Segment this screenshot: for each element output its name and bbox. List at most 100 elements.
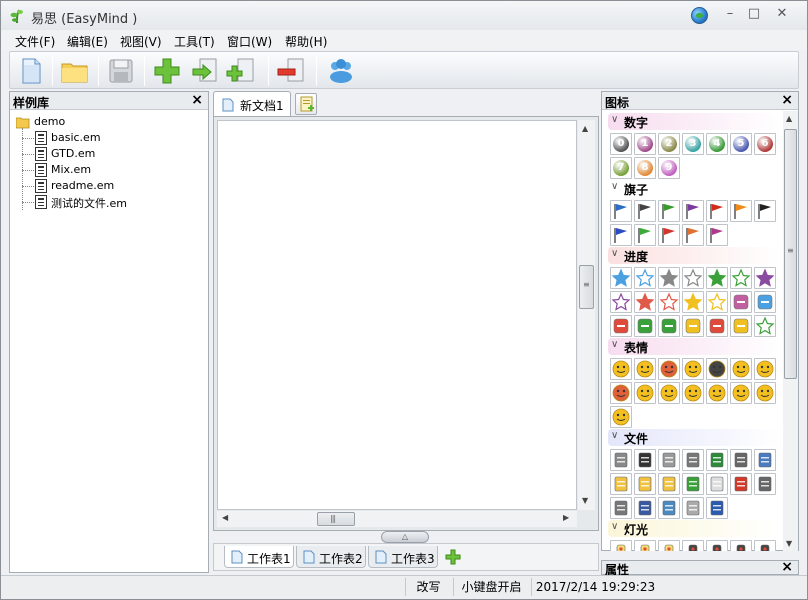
menu-edit[interactable]: 编辑(E) <box>67 33 108 50</box>
ppt-icon[interactable] <box>754 473 776 495</box>
star-icon[interactable] <box>610 267 632 289</box>
menu-tools[interactable]: 工具(T) <box>174 33 215 50</box>
bomb-icon[interactable] <box>706 358 728 380</box>
category-header-lights[interactable]: ∨ 灯光 <box>608 520 780 537</box>
traffic-light-off-icon[interactable] <box>754 540 776 551</box>
mindmap-canvas[interactable] <box>217 120 577 510</box>
tree-file-item[interactable]: readme.em <box>22 178 202 194</box>
surprised-face-icon[interactable] <box>754 382 776 404</box>
flag-icon[interactable] <box>682 224 704 246</box>
flag-icon[interactable] <box>610 224 632 246</box>
flag-icon[interactable] <box>658 200 680 222</box>
text-file-icon[interactable] <box>682 497 704 519</box>
category-header-flags[interactable]: ∨ 旗子 <box>608 180 780 197</box>
scroll-right-icon[interactable]: ▶ <box>563 513 569 522</box>
cancel-icon[interactable] <box>610 315 632 337</box>
star-icon[interactable] <box>682 291 704 313</box>
star-icon[interactable] <box>658 267 680 289</box>
star-outline-icon[interactable] <box>634 267 656 289</box>
devil-face-icon[interactable] <box>610 382 632 404</box>
filter-icon[interactable] <box>730 449 752 471</box>
flag-icon[interactable] <box>610 200 632 222</box>
flag-icon[interactable] <box>730 200 752 222</box>
star-icon[interactable] <box>754 267 776 289</box>
tongue-face-icon[interactable] <box>706 382 728 404</box>
vertical-scrollbar[interactable]: ▲ ≡ ▼ <box>578 120 595 510</box>
number-8-icon[interactable]: 8 <box>634 157 656 179</box>
lock-icon[interactable] <box>682 449 704 471</box>
scroll-left-icon[interactable]: ◀ <box>222 513 228 522</box>
save-disk-icon[interactable] <box>634 497 656 519</box>
traffic-light-red-icon[interactable] <box>682 540 704 551</box>
scroll-thumb[interactable]: ||| <box>317 512 355 526</box>
worried-face-icon[interactable] <box>754 358 776 380</box>
globe-icon[interactable] <box>691 7 708 24</box>
insert-sibling-icon[interactable] <box>190 56 220 86</box>
scroll-down-icon[interactable]: ▼ <box>786 539 792 548</box>
printer-icon[interactable] <box>610 497 632 519</box>
close-button[interactable]: ✕ <box>771 5 793 23</box>
tab-sheet-2[interactable]: 工作表2 <box>296 546 366 568</box>
number-0-icon[interactable]: 0 <box>610 133 632 155</box>
laughing-face-icon[interactable] <box>682 382 704 404</box>
star-outline-icon[interactable] <box>730 267 752 289</box>
tree-file-item[interactable]: GTD.em <box>22 146 202 162</box>
blank-file-icon[interactable] <box>706 473 728 495</box>
cool-face-icon[interactable] <box>634 382 656 404</box>
flag-icon[interactable] <box>634 224 656 246</box>
insert-child-icon[interactable] <box>226 56 256 86</box>
tab-sheet-3[interactable]: 工作表3 <box>368 546 438 568</box>
new-document-tab-button[interactable] <box>295 93 317 115</box>
check-box-icon[interactable] <box>658 315 680 337</box>
add-node-icon[interactable] <box>152 56 182 86</box>
sad-face-icon[interactable] <box>682 358 704 380</box>
save-icon[interactable] <box>106 56 136 86</box>
half-yellow-icon[interactable] <box>682 315 704 337</box>
bulb-on-icon[interactable] <box>610 540 632 551</box>
delete-node-icon[interactable] <box>276 56 306 86</box>
star-icon[interactable] <box>706 267 728 289</box>
crying-face-icon[interactable] <box>730 358 752 380</box>
icons-scrollbar[interactable]: ▲ ≡ ▼ <box>783 111 798 551</box>
folder-add-icon[interactable] <box>658 473 680 495</box>
star-outline-icon[interactable] <box>658 291 680 313</box>
horizontal-scrollbar[interactable]: ◀ ||| ▶ <box>217 511 577 527</box>
chat-icon[interactable] <box>682 473 704 495</box>
tab-document[interactable]: 新文档1 <box>213 91 291 117</box>
menu-help[interactable]: 帮助(H) <box>285 33 327 50</box>
flag-icon[interactable] <box>754 200 776 222</box>
number-6-icon[interactable]: 6 <box>754 133 776 155</box>
warning-icon[interactable] <box>730 315 752 337</box>
minimize-button[interactable]: – <box>719 5 741 23</box>
search-file-icon[interactable] <box>754 449 776 471</box>
number-3-icon[interactable]: 3 <box>682 133 704 155</box>
new-document-icon[interactable] <box>16 56 46 86</box>
star-outline-icon[interactable] <box>682 267 704 289</box>
happy-face-icon[interactable] <box>730 382 752 404</box>
number-5-icon[interactable]: 5 <box>730 133 752 155</box>
smile-face-icon[interactable] <box>610 358 632 380</box>
traffic-light-yellow-icon[interactable] <box>706 540 728 551</box>
attachment-icon[interactable] <box>610 449 632 471</box>
scroll-down-icon[interactable]: ▼ <box>582 496 588 505</box>
scroll-up-icon[interactable]: ▲ <box>786 114 792 123</box>
category-header-files[interactable]: ∨ 文件 <box>608 429 780 446</box>
lamp-icon[interactable] <box>658 540 680 551</box>
number-1-icon[interactable]: 1 <box>634 133 656 155</box>
category-header-emotions[interactable]: ∨ 表情 <box>608 338 780 355</box>
folder-icon[interactable] <box>634 473 656 495</box>
tree-file-item[interactable]: Mix.em <box>22 162 202 178</box>
users-icon[interactable] <box>326 56 356 86</box>
grin-face-icon[interactable] <box>634 358 656 380</box>
flag-icon[interactable] <box>706 200 728 222</box>
maximize-button[interactable]: □ <box>743 5 765 23</box>
shocked-face-icon[interactable] <box>658 382 680 404</box>
flag-icon[interactable] <box>658 224 680 246</box>
number-4-icon[interactable]: 4 <box>706 133 728 155</box>
check-icon[interactable] <box>634 315 656 337</box>
menu-view[interactable]: 视图(V) <box>120 33 162 50</box>
flag-icon[interactable] <box>634 200 656 222</box>
flag-icon[interactable] <box>706 224 728 246</box>
word-icon[interactable] <box>706 497 728 519</box>
close-icon[interactable]: × <box>781 92 793 108</box>
